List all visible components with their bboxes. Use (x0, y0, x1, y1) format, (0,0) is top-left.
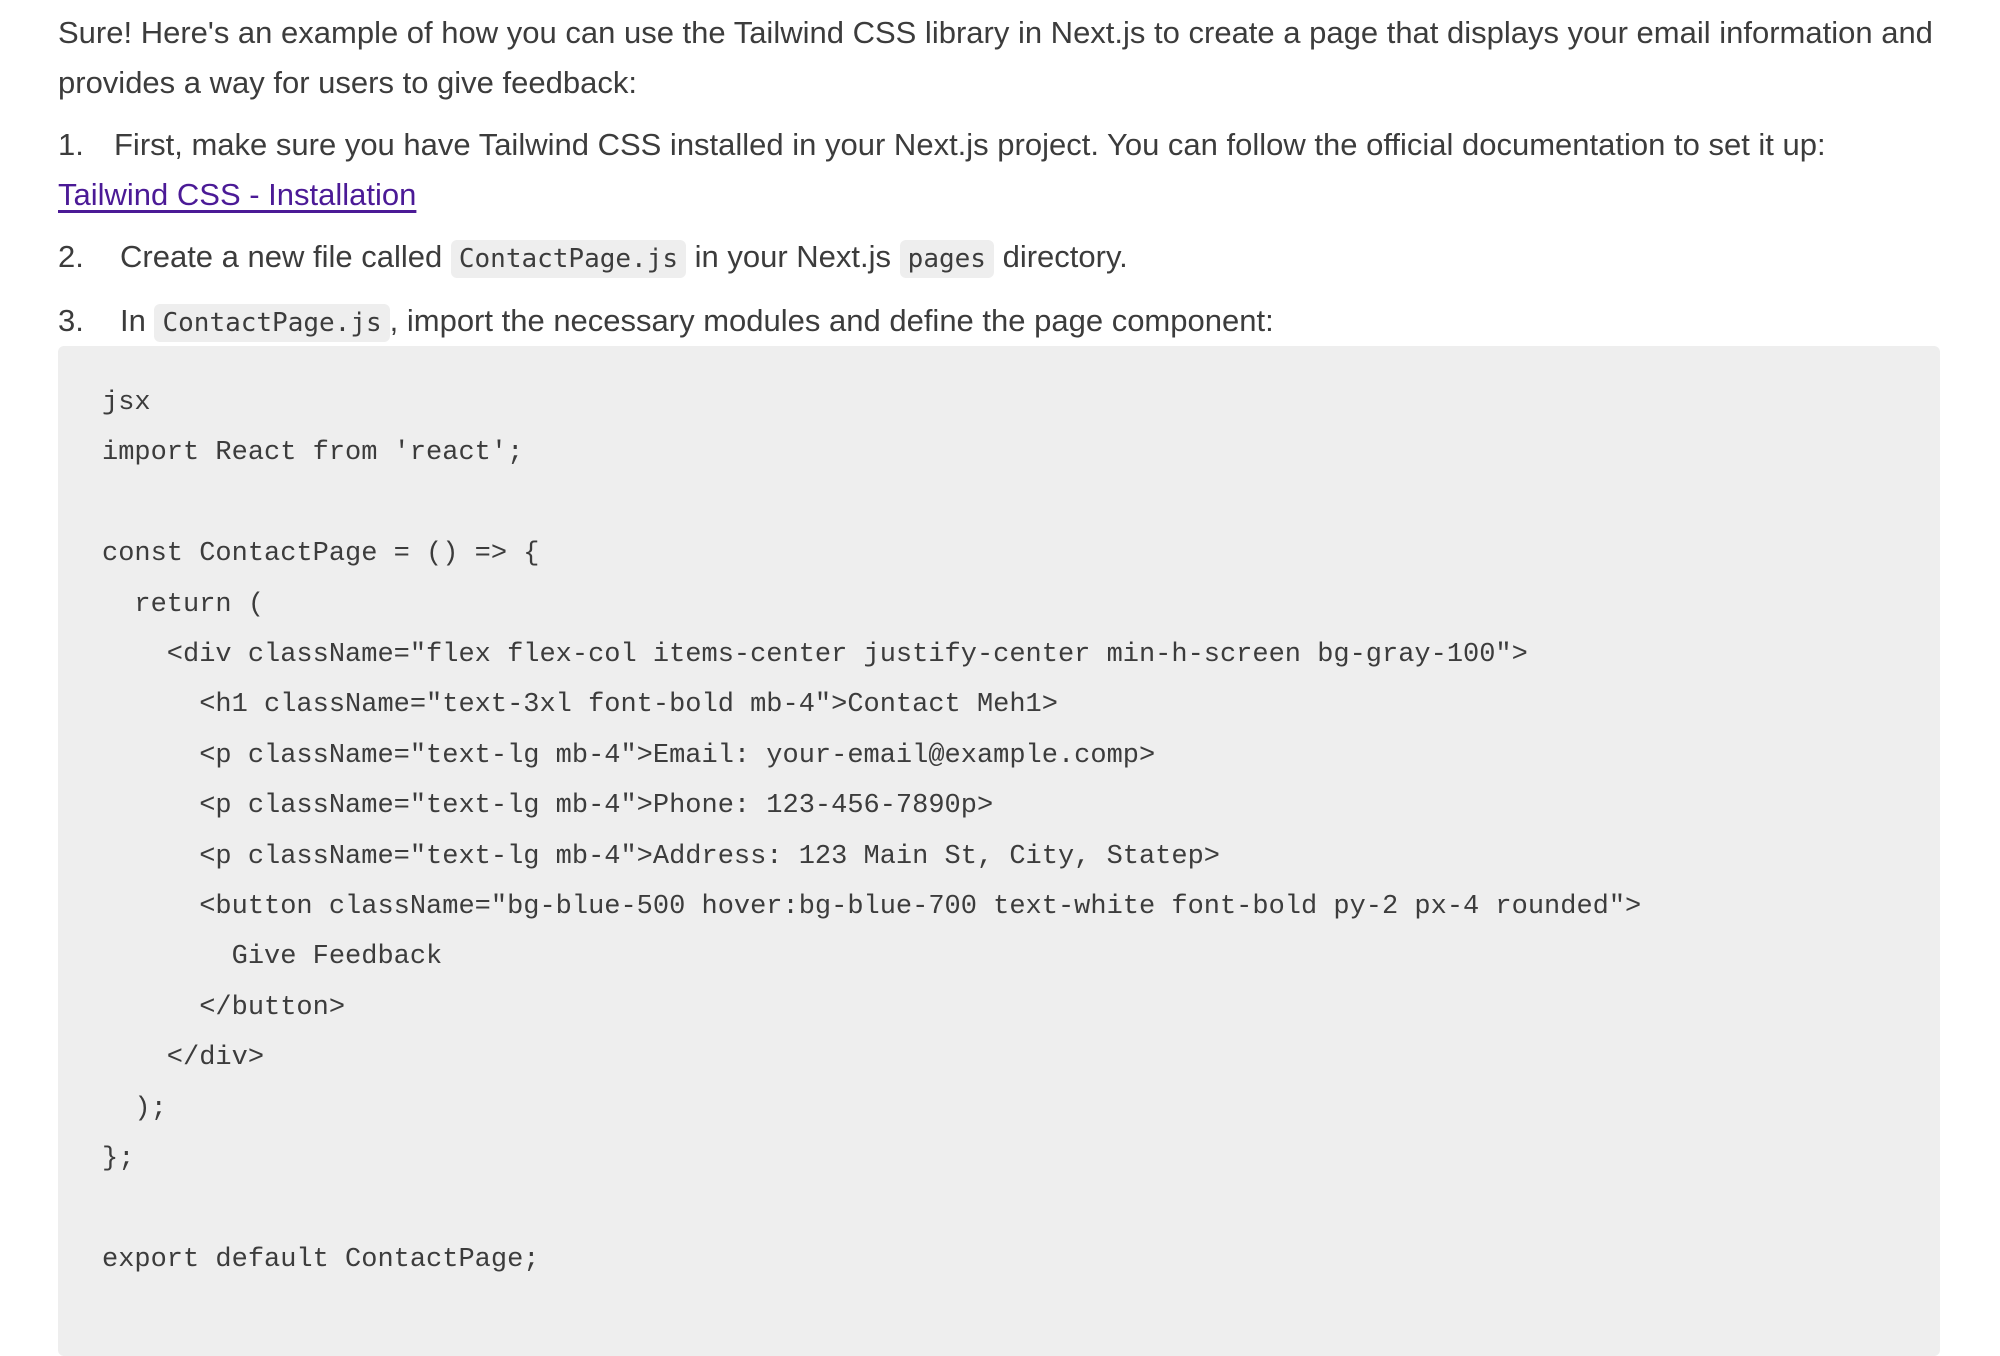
code-line: <div className="flex flex-col items-cent… (102, 640, 1528, 671)
code-line: <p className="text-lg mb-4">Address: 123… (102, 841, 1220, 872)
code-lines: import React from 'react'; const Contact… (102, 428, 1641, 1285)
inline-code-filename: ContactPage.js (450, 240, 687, 278)
code-line: const ContactPage = () => { (102, 539, 540, 570)
step-3-text-after: , import the necessary modules and defin… (389, 303, 1274, 338)
step-2-text-before: Create a new file called (120, 239, 443, 274)
message-content: Sure! Here's an example of how you can u… (58, 0, 1940, 348)
code-line: </div> (102, 1043, 265, 1074)
step-1: 1. First, make sure you have Tailwind CSS… (58, 120, 1940, 220)
step-3: 3. In ContactPage.js, import the necessar… (58, 296, 1940, 348)
code-content[interactable]: jsx import React from 'react'; const Cont… (102, 378, 1641, 1285)
code-line: import React from 'react'; (102, 438, 524, 469)
code-line: <h1 className="text-3xl font-bold mb-4">… (102, 690, 1058, 721)
code-line: <p className="text-lg mb-4">Email: your-… (102, 740, 1156, 771)
tailwind-installation-link[interactable]: Tailwind CSS - Installation (58, 177, 416, 212)
code-line: <p className="text-lg mb-4">Phone: 123-4… (102, 791, 994, 822)
step-2-number: 2. (58, 239, 84, 274)
code-line: ); (102, 1093, 167, 1124)
step-2-text-after: directory. (1002, 239, 1128, 274)
code-line: }; (102, 1144, 135, 1175)
code-line: </button> (102, 992, 346, 1023)
code-language-label: jsx (102, 388, 151, 418)
step-2-text-middle: in your Next.js (694, 239, 892, 274)
code-line: export default ContactPage; (102, 1244, 540, 1275)
step-3-number: 3. (58, 303, 84, 338)
code-line: return ( (102, 589, 265, 620)
step-1-number: 1. (58, 127, 84, 162)
inline-code-filename: ContactPage.js (154, 304, 390, 342)
inline-code-pages: pages (899, 240, 994, 278)
step-3-text-before: In (120, 303, 146, 338)
code-line: <button className="bg-blue-500 hover:bg-… (102, 892, 1642, 923)
code-block[interactable]: jsx import React from 'react'; const Cont… (58, 346, 1940, 1356)
intro-paragraph: Sure! Here's an example of how you can u… (58, 15, 1933, 100)
code-line: Give Feedback (102, 942, 443, 973)
step-2: 2. Create a new file called ContactPage.j… (58, 232, 1940, 284)
step-1-text: First, make sure you have Tailwind CSS i… (114, 127, 1826, 162)
